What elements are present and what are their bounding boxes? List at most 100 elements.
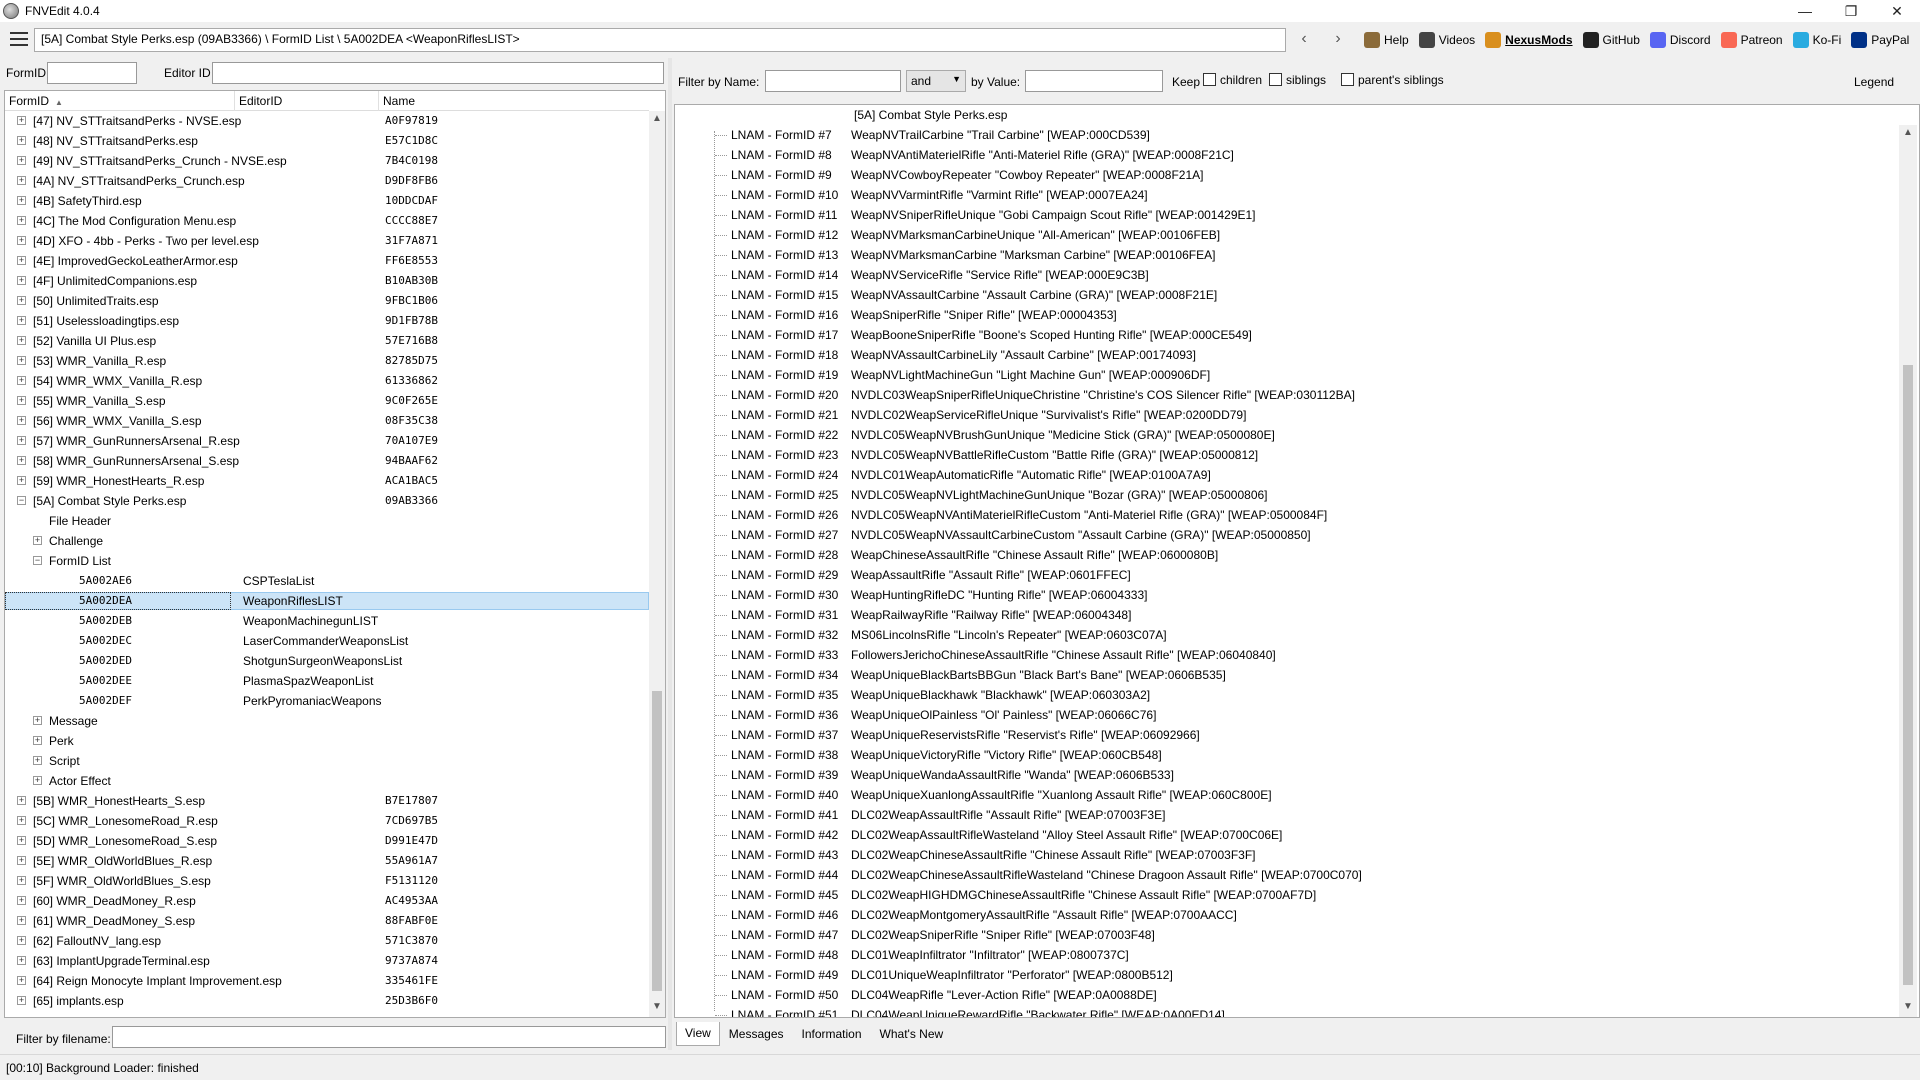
field-value[interactable]: WeapUniqueOlPainless "Ol' Painless" [WEA… xyxy=(851,705,1156,725)
expand-icon[interactable]: + xyxy=(17,476,26,485)
tree-row[interactable]: + [48] NV_STTraitsandPerks.esp E57C1D8C xyxy=(5,131,649,151)
view-row[interactable]: LNAM - FormID #42 DLC02WeapAssaultRifleWa… xyxy=(675,825,1895,845)
view-row[interactable]: LNAM - FormID #9 WeapNVCowboyRepeater "Co… xyxy=(675,165,1895,185)
expand-icon[interactable]: + xyxy=(17,996,26,1005)
view-row[interactable]: LNAM - FormID #28 WeapChineseAssaultRifle… xyxy=(675,545,1895,565)
tab-information[interactable]: Information xyxy=(793,1022,871,1046)
tree-scrollbar[interactable]: ▲ ▼ xyxy=(649,111,665,1017)
tree-row[interactable]: + [4E] ImprovedGeckoLeatherArmor.esp FF6E8… xyxy=(5,251,649,271)
field-value[interactable]: NVDLC02WeapServiceRifleUnique "Survivali… xyxy=(851,405,1246,425)
tree-row[interactable]: + [59] WMR_HonestHearts_R.esp ACA1BAC5 xyxy=(5,471,649,491)
tree-row[interactable]: + [4D] XFO - 4bb - Perks - Two per level.… xyxy=(5,231,649,251)
field-value[interactable]: WeapNVVarmintRifle "Varmint Rifle" [WEAP… xyxy=(851,185,1148,205)
expand-icon[interactable]: + xyxy=(17,396,26,405)
filter-name-input[interactable] xyxy=(765,70,901,92)
expand-icon[interactable]: + xyxy=(17,836,26,845)
tree-row[interactable]: + [52] Vanilla UI Plus.esp 57E716B8 xyxy=(5,331,649,351)
tree-row[interactable]: + [62] FalloutNV_lang.esp 571C3870 xyxy=(5,931,649,951)
legend-button[interactable]: Legend xyxy=(1854,75,1894,89)
link-patreon[interactable]: Patreon xyxy=(1720,32,1783,48)
link-ko-fi[interactable]: Ko-Fi xyxy=(1792,32,1841,48)
view-row[interactable]: LNAM - FormID #25 NVDLC05WeapNVLightMachi… xyxy=(675,485,1895,505)
view-row[interactable]: LNAM - FormID #50 DLC04WeapRifle "Lever-A… xyxy=(675,985,1895,1005)
field-value[interactable]: WeapUniqueBlackhawk "Blackhawk" [WEAP:06… xyxy=(851,685,1150,705)
link-help[interactable]: Help xyxy=(1364,32,1409,48)
field-value[interactable]: WeapUniqueWandaAssaultRifle "Wanda" [WEA… xyxy=(851,765,1174,785)
view-row[interactable]: LNAM - FormID #8 WeapNVAntiMaterielRifle … xyxy=(675,145,1895,165)
view-row[interactable]: LNAM - FormID #34 WeapUniqueBlackBartsBBG… xyxy=(675,665,1895,685)
field-value[interactable]: WeapUniqueXuanlongAssaultRifle "Xuanlong… xyxy=(851,785,1272,805)
expand-icon[interactable]: + xyxy=(17,896,26,905)
tab-messages[interactable]: Messages xyxy=(720,1022,793,1046)
view-row[interactable]: LNAM - FormID #38 WeapUniqueVictoryRifle … xyxy=(675,745,1895,765)
view-row[interactable]: LNAM - FormID #32 MS06LincolnsRifle "Linc… xyxy=(675,625,1895,645)
tree-row[interactable]: + [5C] WMR_LonesomeRoad_R.esp 7CD697B5 xyxy=(5,811,649,831)
field-value[interactable]: NVDLC03WeapSniperRifleUniqueChristine "C… xyxy=(851,385,1355,405)
expand-icon[interactable]: + xyxy=(17,956,26,965)
expand-icon[interactable]: + xyxy=(17,416,26,425)
siblings-checkbox[interactable] xyxy=(1269,73,1282,86)
tree-row[interactable]: + [54] WMR_WMX_Vanilla_R.esp 61336862 xyxy=(5,371,649,391)
view-row[interactable]: LNAM - FormID #24 NVDLC01WeapAutomaticRif… xyxy=(675,465,1895,485)
view-row[interactable]: LNAM - FormID #44 DLC02WeapChineseAssault… xyxy=(675,865,1895,885)
view-row[interactable]: LNAM - FormID #15 WeapNVAssaultCarbine "A… xyxy=(675,285,1895,305)
tree-row[interactable]: 5A002DEB WeaponMachinegunLIST xyxy=(5,611,649,631)
view-row[interactable]: LNAM - FormID #10 WeapNVVarmintRifle "Var… xyxy=(675,185,1895,205)
field-value[interactable]: WeapNVAssaultCarbineLily "Assault Carbin… xyxy=(851,345,1196,365)
field-value[interactable]: DLC01WeapInfiltrator "Infiltrator" [WEAP… xyxy=(851,945,1129,965)
view-row[interactable]: LNAM - FormID #41 DLC02WeapAssaultRifle "… xyxy=(675,805,1895,825)
field-value[interactable]: DLC02WeapAssaultRifleWasteland "Alloy St… xyxy=(851,825,1282,845)
view-row[interactable]: LNAM - FormID #11 WeapNVSniperRifleUnique… xyxy=(675,205,1895,225)
scroll-up-icon[interactable]: ▲ xyxy=(651,113,663,127)
view-row[interactable]: LNAM - FormID #29 WeapAssaultRifle "Assau… xyxy=(675,565,1895,585)
expand-icon[interactable]: + xyxy=(17,236,26,245)
link-github[interactable]: GitHub xyxy=(1582,32,1640,48)
field-value[interactable]: FollowersJerichoChineseAssaultRifle "Chi… xyxy=(851,645,1276,665)
expand-icon[interactable]: + xyxy=(17,156,26,165)
view-scrollbar[interactable]: ▲ ▼ xyxy=(1899,125,1917,1017)
field-value[interactable]: WeapUniqueReservistsRifle "Reservist's R… xyxy=(851,725,1200,745)
expand-icon[interactable]: + xyxy=(17,316,26,325)
expand-icon[interactable]: + xyxy=(17,336,26,345)
scroll-down-icon[interactable]: ▼ xyxy=(651,1001,663,1015)
field-value[interactable]: DLC02WeapChineseAssaultRifle "Chinese As… xyxy=(851,845,1256,865)
scroll-thumb[interactable] xyxy=(1903,365,1913,985)
view-row[interactable]: LNAM - FormID #27 NVDLC05WeapNVAssaultCar… xyxy=(675,525,1895,545)
filter-filename-input[interactable] xyxy=(112,1026,666,1048)
tree-row[interactable]: + [51] Uselessloadingtips.esp 9D1FB78B xyxy=(5,311,649,331)
expand-icon[interactable]: + xyxy=(17,356,26,365)
field-value[interactable]: DLC02WeapChineseAssaultRifleWasteland "C… xyxy=(851,865,1362,885)
expand-icon[interactable]: + xyxy=(33,716,42,725)
field-value[interactable]: WeapNVCowboyRepeater "Cowboy Repeater" [… xyxy=(851,165,1203,185)
tree-row[interactable]: − [5A] Combat Style Perks.esp 09AB3366 xyxy=(5,491,649,511)
expand-icon[interactable]: + xyxy=(17,216,26,225)
field-value[interactable]: DLC02WeapAssaultRifle "Assault Rifle" [W… xyxy=(851,805,1165,825)
field-value[interactable]: WeapNVMarksmanCarbine "Marksman Carbine"… xyxy=(851,245,1215,265)
tree-row[interactable]: + [58] WMR_GunRunnersArsenal_S.esp 94BAAF6… xyxy=(5,451,649,471)
tree-row[interactable]: 5A002DEC LaserCommanderWeaponsList xyxy=(5,631,649,651)
parents-siblings-checkbox[interactable] xyxy=(1341,73,1354,86)
field-value[interactable]: WeapNVServiceRifle "Service Rifle" [WEAP… xyxy=(851,265,1149,285)
tree-row[interactable]: − FormID List xyxy=(5,551,649,571)
minimize-button[interactable]: — xyxy=(1782,0,1828,22)
tree-row-selected[interactable]: 5A002DEA WeaponRiflesLIST xyxy=(5,591,649,611)
view-row[interactable]: LNAM - FormID #49 DLC01UniqueWeapInfiltra… xyxy=(675,965,1895,985)
expand-icon[interactable]: + xyxy=(17,856,26,865)
children-checkbox[interactable] xyxy=(1203,73,1216,86)
tree-row[interactable]: + [4A] NV_STTraitsandPerks_Crunch.esp D9DF… xyxy=(5,171,649,191)
link-paypal[interactable]: PayPal xyxy=(1851,32,1909,48)
view-row[interactable]: LNAM - FormID #7 WeapNVTrailCarbine "Trai… xyxy=(675,125,1895,145)
tree-row[interactable]: + [5B] WMR_HonestHearts_S.esp B7E17807 xyxy=(5,791,649,811)
collapse-icon[interactable]: − xyxy=(17,496,26,505)
view-row[interactable]: LNAM - FormID #16 WeapSniperRifle "Sniper… xyxy=(675,305,1895,325)
tree-row[interactable]: 5A002DEF PerkPyromaniacWeapons xyxy=(5,691,649,711)
forward-arrow-icon[interactable]: › xyxy=(1328,30,1348,50)
field-value[interactable]: WeapRailwayRifle "Railway Rifle" [WEAP:0… xyxy=(851,605,1131,625)
field-value[interactable]: WeapSniperRifle "Sniper Rifle" [WEAP:000… xyxy=(851,305,1117,325)
view-row[interactable]: LNAM - FormID #20 NVDLC03WeapSniperRifleU… xyxy=(675,385,1895,405)
view-row[interactable]: LNAM - FormID #17 WeapBooneSniperRifle "B… xyxy=(675,325,1895,345)
field-value[interactable]: DLC02WeapSniperRifle "Sniper Rifle" [WEA… xyxy=(851,925,1155,945)
record-path-field[interactable]: [5A] Combat Style Perks.esp (09AB3366) \… xyxy=(34,28,1286,52)
view-row[interactable]: LNAM - FormID #36 WeapUniqueOlPainless "O… xyxy=(675,705,1895,725)
field-value[interactable]: NVDLC05WeapNVBrushGunUnique "Medicine St… xyxy=(851,425,1275,445)
